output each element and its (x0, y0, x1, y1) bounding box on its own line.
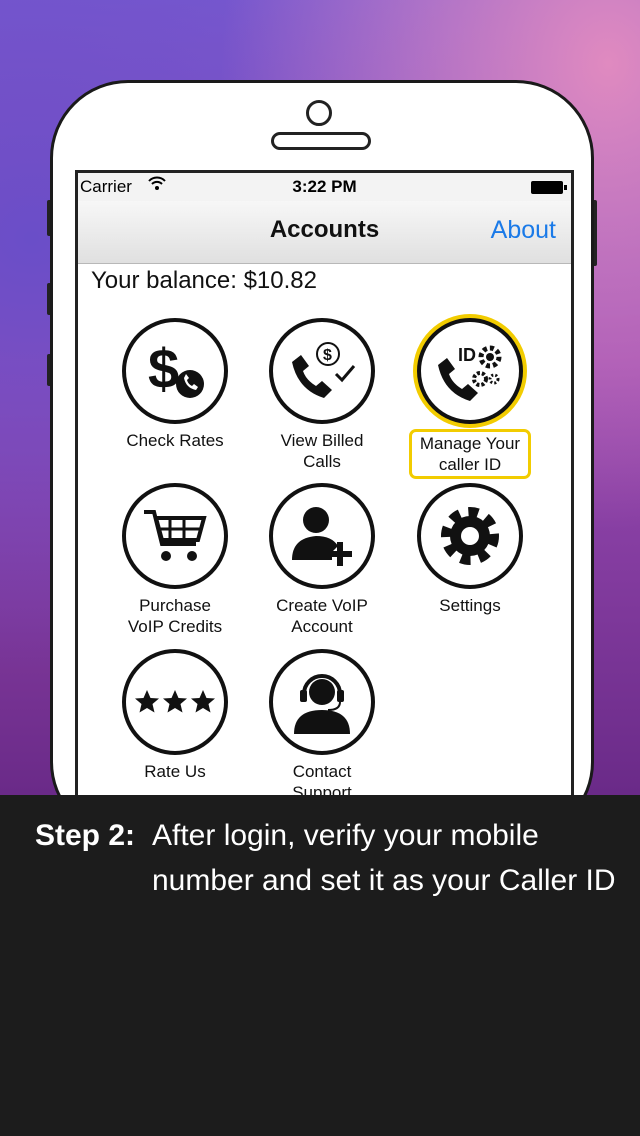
app-screen: Carrier 3:22 PM Accounts About Your bala… (75, 170, 574, 810)
step-label: Step 2: (35, 819, 136, 852)
svg-text:ID: ID (458, 345, 476, 365)
svg-text:$: $ (323, 347, 332, 364)
balance-label: Your balance: $10.82 (91, 267, 317, 294)
tile-label: Settings (439, 596, 501, 615)
step-text: After login, verify your mobile number a… (152, 819, 616, 897)
svg-text:$: $ (148, 337, 179, 400)
billed-calls-icon: $ (269, 318, 375, 424)
status-bar: Carrier 3:22 PM (78, 173, 571, 201)
stars-icon (122, 649, 228, 755)
tile-label: Manage Your caller ID (408, 429, 532, 479)
headset-icon (269, 649, 375, 755)
add-user-icon (269, 483, 375, 589)
tile-label: Create VoIP Account (276, 596, 368, 636)
tile-label: View Billed Calls (280, 431, 364, 471)
create-voip-account-button[interactable]: Create VoIP Account (252, 483, 392, 637)
contact-support-button[interactable]: Contact Support (252, 649, 392, 803)
tile-label: Check Rates (126, 431, 224, 450)
earpiece-speaker (271, 132, 371, 150)
tile-label: Rate Us (144, 762, 206, 781)
check-rates-button[interactable]: $ Check Rates (105, 318, 245, 451)
settings-button[interactable]: Settings (400, 483, 540, 616)
battery-icon (531, 181, 567, 194)
caller-id-gear-icon: ID (417, 318, 523, 424)
view-billed-calls-button[interactable]: $ View Billed Calls (252, 318, 392, 472)
front-camera (306, 100, 332, 126)
navigation-bar: Accounts About (78, 201, 571, 264)
gear-icon (417, 483, 523, 589)
manage-caller-id-button[interactable]: ID Manage Your caller ID (400, 318, 540, 479)
rate-us-button[interactable]: Rate Us (105, 649, 245, 782)
status-time: 3:22 PM (292, 177, 357, 196)
tile-label: Purchase VoIP Credits (127, 596, 223, 636)
about-button[interactable]: About (491, 216, 556, 245)
purchase-voip-credits-button[interactable]: Purchase VoIP Credits (105, 483, 245, 637)
cart-icon (122, 483, 228, 589)
dollar-phone-icon: $ (122, 318, 228, 424)
instruction-caption: Step 2: After login, verify your mobile … (0, 795, 640, 1136)
